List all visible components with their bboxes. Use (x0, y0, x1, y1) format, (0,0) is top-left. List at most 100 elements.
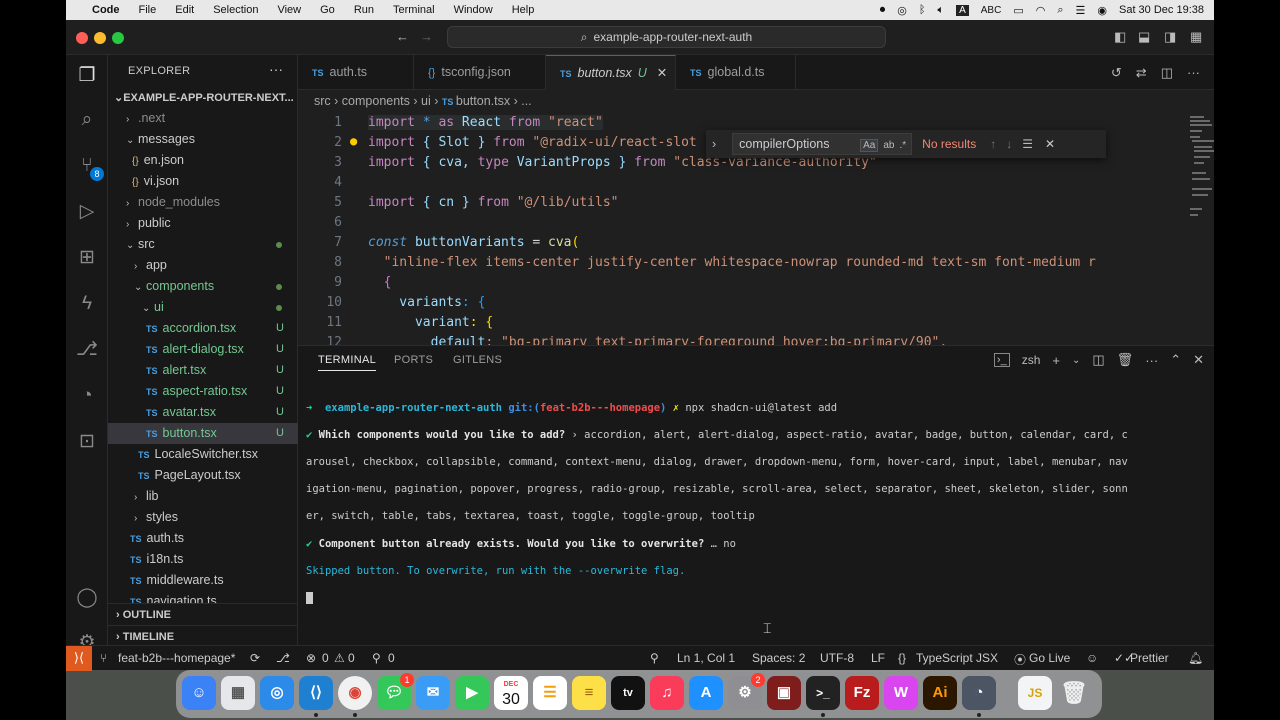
tab-button-tsx[interactable]: TS button.tsx U ✕ (546, 55, 676, 90)
status-ports[interactable]: 0 (388, 651, 395, 665)
tree-file-button[interactable]: TS button.tsx U (108, 423, 298, 444)
status-eol[interactable]: LF (871, 651, 885, 665)
tree-folder-src[interactable]: ⌄ src (108, 234, 298, 255)
tree-file-accordion[interactable]: TS accordion.tsx U (108, 318, 298, 339)
previous-match-icon[interactable]: ↑ (990, 137, 996, 151)
toggle-panel-icon[interactable]: ⬓ (1138, 29, 1150, 45)
status-warnings[interactable]: 0 (348, 651, 355, 665)
terminal-output[interactable]: ➜ example-app-router-next-auth git:(feat… (306, 388, 1196, 633)
explorer-icon[interactable]: ❐ (74, 63, 100, 89)
menu-help[interactable]: Help (512, 4, 535, 16)
notifications-bell-icon[interactable]: 🔔︎ (1188, 651, 1203, 665)
siri-icon[interactable]: ◉ (1097, 4, 1107, 17)
tree-file-vi-json[interactable]: {} vi.json (108, 171, 298, 192)
status-go-live[interactable]: Go Live (1029, 651, 1070, 665)
chevron-down-icon[interactable]: ⌄ (1072, 355, 1080, 366)
tab-tsconfig-json[interactable]: {} tsconfig.json (414, 55, 546, 90)
menu-app-name[interactable]: Code (92, 4, 120, 16)
mail-icon[interactable]: ✉ (416, 676, 450, 710)
breadcrumb-item[interactable]: ui (421, 94, 431, 108)
finder-icon[interactable]: ☺ (182, 676, 216, 710)
tree-folder-components[interactable]: ⌄ components (108, 276, 298, 297)
status-cursor-position[interactable]: Ln 1, Col 1 (677, 651, 735, 665)
js-file-icon[interactable]: JS (1018, 676, 1052, 710)
input-source-label[interactable]: ABC (981, 5, 1002, 16)
facetime-icon[interactable]: ▶ (455, 676, 489, 710)
status-indentation[interactable]: Spaces: 2 (752, 651, 805, 665)
timeline-history-icon[interactable]: ↺ (1111, 65, 1122, 81)
forward-arrow-icon[interactable]: → (420, 29, 433, 44)
system-settings-icon[interactable]: ⚙ 2 (728, 673, 765, 710)
photo-booth-icon[interactable]: ▣ (767, 676, 801, 710)
toggle-replace-icon[interactable]: › (712, 137, 716, 151)
tree-file-auth[interactable]: TS auth.ts (108, 528, 298, 549)
tab-global-d-ts[interactable]: TS global.d.ts (676, 55, 796, 90)
gitlens-icon[interactable]: ◔ (74, 383, 100, 409)
git-graph-icon[interactable]: ⎇ (74, 337, 100, 363)
search-icon[interactable]: ⌕ (74, 107, 100, 133)
tab-terminal[interactable]: TERMINAL (318, 354, 377, 371)
breadcrumb-item[interactable]: components (342, 94, 410, 108)
status-language[interactable]: TypeScript JSX (916, 651, 998, 665)
tree-file-navigation[interactable]: TS navigation.ts (108, 591, 298, 603)
safari-icon[interactable]: ◎ (260, 676, 294, 710)
battery-icon[interactable]: ▭ (1013, 4, 1023, 17)
lightbulb-icon[interactable]: ● (350, 134, 357, 148)
apple-tv-icon[interactable]: tv (611, 676, 645, 710)
breadcrumb-item[interactable]: button.tsx (456, 94, 510, 108)
source-control-icon[interactable]: ⑂ 8 (74, 153, 104, 181)
account-icon[interactable]: ◯ (74, 585, 100, 611)
more-actions-icon[interactable]: ··· (1145, 353, 1158, 368)
breadcrumb-item[interactable]: ... (521, 94, 531, 108)
close-find-icon[interactable]: ✕ (1045, 137, 1055, 151)
tab-ports[interactable]: PORTS (394, 354, 433, 366)
close-tab-icon[interactable]: ✕ (657, 66, 667, 80)
back-arrow-icon[interactable]: ← (396, 29, 409, 44)
toggle-secondary-sidebar-icon[interactable]: ◨ (1164, 29, 1176, 45)
extensions-icon[interactable]: ⊞ (74, 245, 100, 271)
filezilla-icon[interactable]: Fz (845, 676, 879, 710)
menubar-clock[interactable]: Sat 30 Dec 19:38 (1119, 4, 1204, 16)
status-errors[interactable]: 0 (322, 651, 329, 665)
remote-indicator-icon[interactable]: ⟩⟨ (66, 646, 92, 671)
tree-file-alert[interactable]: TS alert.tsx U (108, 360, 298, 381)
launchpad-icon[interactable]: ▦ (221, 676, 255, 710)
calendar-icon[interactable]: DEC 30 (494, 676, 528, 710)
record-icon[interactable]: ⏺ (880, 4, 886, 17)
menu-window[interactable]: Window (454, 4, 493, 16)
use-regex-toggle[interactable]: .* (900, 140, 907, 151)
quicktime-icon[interactable]: ◔ (962, 676, 996, 710)
messages-icon[interactable]: 💬︎ 1 (377, 673, 414, 710)
tree-folder-messages[interactable]: ⌄ messages (108, 129, 298, 150)
menu-go[interactable]: Go (320, 4, 335, 16)
app-store-icon[interactable]: A (689, 676, 723, 710)
tree-file-middleware[interactable]: TS middleware.ts (108, 570, 298, 591)
run-debug-icon[interactable]: ▷ (74, 199, 100, 225)
customize-layout-icon[interactable]: ▦ (1190, 29, 1202, 45)
menu-file[interactable]: File (139, 4, 157, 16)
compare-changes-icon[interactable]: ⇄ (1136, 65, 1147, 81)
more-actions-icon[interactable]: ··· (1187, 65, 1200, 81)
tree-file-locale-switcher[interactable]: TS LocaleSwitcher.tsx (108, 444, 298, 465)
tab-gitlens[interactable]: GITLENS (453, 354, 502, 366)
tree-folder-app[interactable]: › app (108, 255, 298, 276)
close-panel-icon[interactable]: ✕ (1193, 352, 1204, 368)
music-icon[interactable]: ♫ (650, 676, 684, 710)
tree-file-page-layout[interactable]: TS PageLayout.tsx (108, 465, 298, 486)
maximize-panel-icon[interactable]: ⌃ (1170, 352, 1181, 368)
wifi-icon[interactable]: ◠ (1036, 4, 1046, 17)
thunder-client-icon[interactable]: ϟ (74, 291, 100, 317)
copilot-icon[interactable]: ☺ (1086, 651, 1098, 665)
wps-office-icon[interactable]: W (884, 676, 918, 710)
vscode-icon[interactable]: ⟨⟩ (299, 676, 333, 710)
find-in-selection-icon[interactable]: ☰ (1022, 137, 1033, 151)
location-pin-icon[interactable]: ⚲ (650, 651, 659, 665)
minimize-window-button[interactable] (94, 32, 106, 44)
workspace-root-folder[interactable]: ⌄EXAMPLE-APP-ROUTER-NEXT... (108, 88, 298, 108)
tab-auth-ts[interactable]: TS auth.ts (298, 55, 414, 90)
close-window-button[interactable] (76, 32, 88, 44)
terminal-shell-label[interactable]: zsh (1022, 353, 1041, 367)
timeline-section[interactable]: › TIMELINE (108, 625, 298, 647)
tree-file-aspect-ratio[interactable]: TS aspect-ratio.tsx U (108, 381, 298, 402)
input-source-icon[interactable]: A (956, 4, 969, 16)
